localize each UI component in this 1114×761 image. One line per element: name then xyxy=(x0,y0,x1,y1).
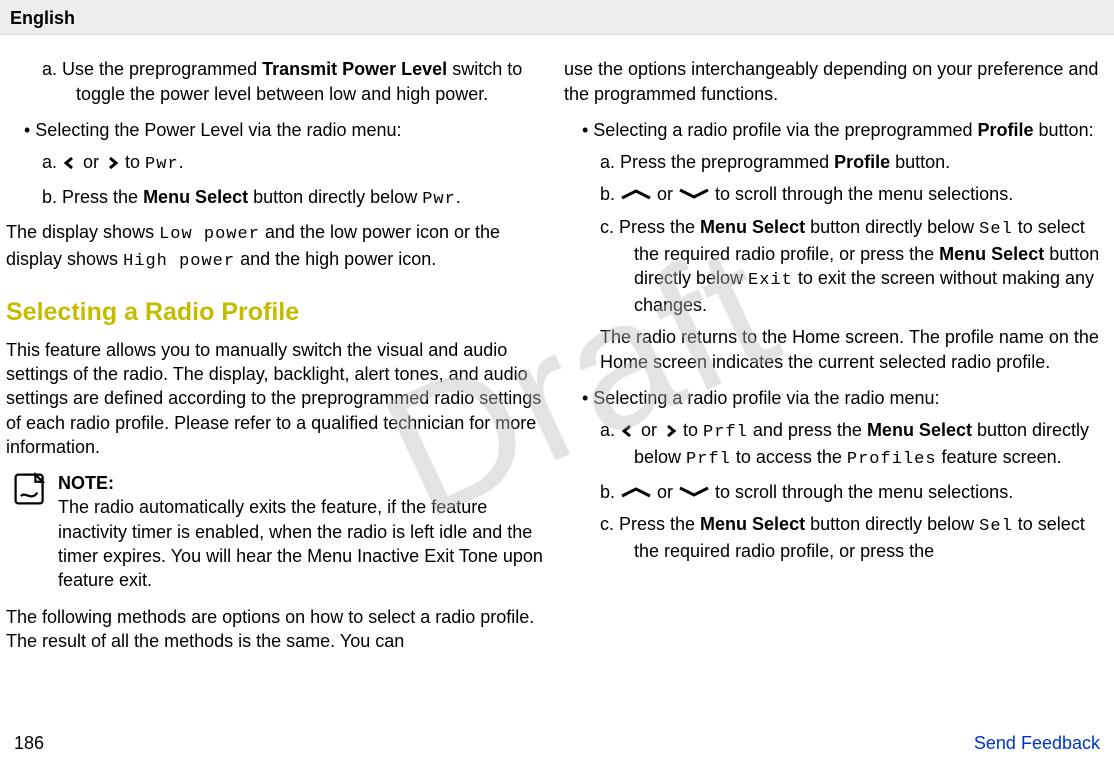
page-number: 186 xyxy=(14,731,44,755)
r2-step-a-prfl: a. or to Prfl and press the Menu Select … xyxy=(564,418,1104,472)
page-header: English xyxy=(0,0,1114,35)
down-arrow-icon xyxy=(678,486,710,498)
r-step-a-press-profile: a. Press the preprogrammed Profile butto… xyxy=(564,150,1104,174)
bullet-profile-button: • Selecting a radio profile via the prep… xyxy=(564,118,1104,142)
section-heading: Selecting a Radio Profile xyxy=(6,296,546,330)
down-arrow-icon xyxy=(678,188,710,200)
return-home-paragraph: The radio returns to the Home screen. Th… xyxy=(564,325,1104,374)
up-arrow-icon xyxy=(620,188,652,200)
step-b-menu-select-pwr: b. Press the Menu Select button directly… xyxy=(6,185,546,212)
send-feedback-link[interactable]: Send Feedback xyxy=(974,731,1100,755)
note-text: NOTE: The radio automatically exits the … xyxy=(58,471,546,592)
bullet-profile-menu: • Selecting a radio profile via the radi… xyxy=(564,386,1104,410)
r2-step-c-select: c. Press the Menu Select button directly… xyxy=(564,512,1104,563)
bullet-power-level-menu: • Selecting the Power Level via the radi… xyxy=(6,118,546,142)
r-step-b-scroll: b. or to scroll through the menu selecti… xyxy=(564,182,1104,206)
right-column: use the options interchangeably dependin… xyxy=(564,49,1104,661)
left-column: a. Use the preprogrammed Transmit Power … xyxy=(6,49,546,661)
left-arrow-icon xyxy=(620,424,636,438)
r-step-c-select-exit: c. Press the Menu Select button directly… xyxy=(564,215,1104,317)
intro-paragraph: This feature allows you to manually swit… xyxy=(6,338,546,459)
right-arrow-icon xyxy=(104,156,120,170)
content-columns: a. Use the preprogrammed Transmit Power … xyxy=(0,35,1114,661)
note-icon xyxy=(12,471,48,507)
methods-paragraph: The following methods are options on how… xyxy=(6,605,546,654)
right-arrow-icon xyxy=(662,424,678,438)
display-shows-power: The display shows Low power and the low … xyxy=(6,220,546,274)
cont-paragraph: use the options interchangeably dependin… xyxy=(564,57,1104,106)
left-arrow-icon xyxy=(62,156,78,170)
step-a-power-switch: a. Use the preprogrammed Transmit Power … xyxy=(6,57,546,106)
r2-step-b-scroll: b. or to scroll through the menu selecti… xyxy=(564,480,1104,504)
up-arrow-icon xyxy=(620,486,652,498)
footer: 186 Send Feedback xyxy=(0,731,1114,755)
step-a-arrows-pwr: a. or to Pwr. xyxy=(6,150,546,177)
note-block: NOTE: The radio automatically exits the … xyxy=(12,471,546,592)
